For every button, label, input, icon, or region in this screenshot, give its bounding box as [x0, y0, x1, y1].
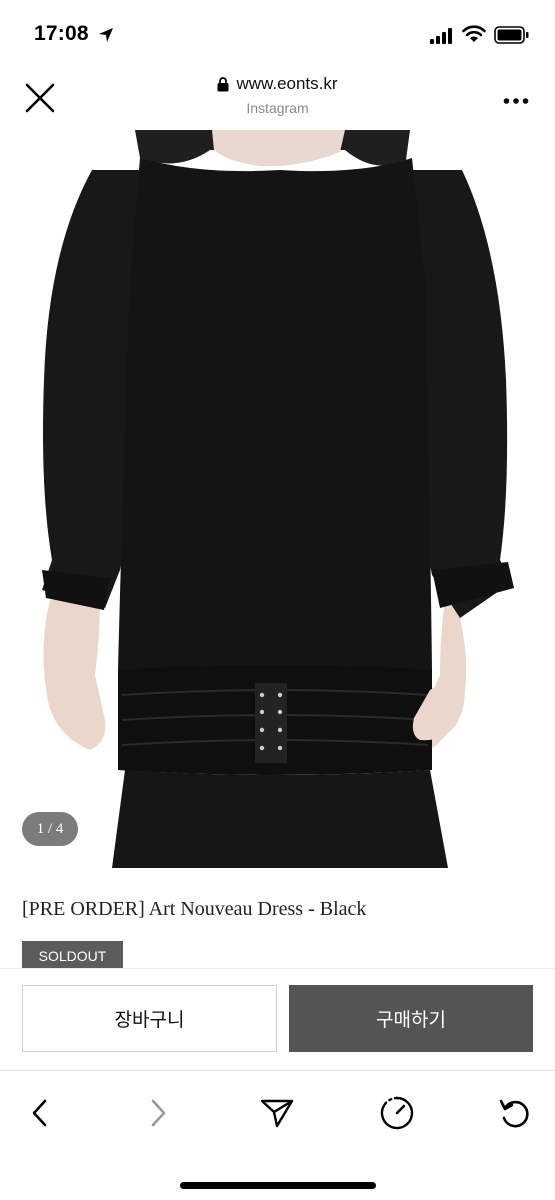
home-indicator [180, 1182, 376, 1189]
url-block[interactable]: www.eonts.kr Instagram [0, 74, 555, 116]
url-source: Instagram [246, 100, 309, 116]
lock-icon [217, 77, 229, 92]
speedometer-icon [380, 1096, 414, 1130]
share-send-icon [260, 1099, 294, 1128]
more-button[interactable] [503, 92, 529, 104]
back-button[interactable] [20, 1093, 60, 1133]
bottom-toolbar [0, 1070, 555, 1200]
signal-bars-icon [430, 28, 452, 44]
location-arrow-icon [99, 28, 113, 42]
reload-button[interactable] [495, 1093, 535, 1133]
speed-button[interactable] [377, 1093, 417, 1133]
add-to-cart-button[interactable]: 장바구니 [22, 985, 277, 1052]
reload-icon [499, 1099, 529, 1128]
soldout-badge: SOLDOUT [22, 941, 123, 971]
product-title: [PRE ORDER] Art Nouveau Dress - Black [22, 898, 367, 920]
forward-chevron-icon [151, 1099, 166, 1127]
status-time: 17:08 [34, 22, 89, 45]
buy-now-button[interactable]: 구매하기 [289, 985, 533, 1052]
product-image[interactable] [0, 130, 555, 868]
forward-button[interactable] [138, 1093, 178, 1133]
share-button[interactable] [257, 1093, 297, 1133]
browser-header: www.eonts.kr Instagram [0, 66, 555, 130]
back-chevron-icon [32, 1099, 47, 1127]
dress-photo [42, 130, 514, 868]
action-bar: 장바구니 구매하기 [0, 968, 555, 1070]
status-bar: 17:08 [0, 0, 555, 66]
more-dots-icon [503, 98, 529, 104]
url-text: www.eonts.kr [236, 74, 338, 93]
battery-icon [494, 26, 529, 44]
image-counter: 1 / 4 [22, 812, 78, 846]
wifi-icon [462, 25, 486, 42]
